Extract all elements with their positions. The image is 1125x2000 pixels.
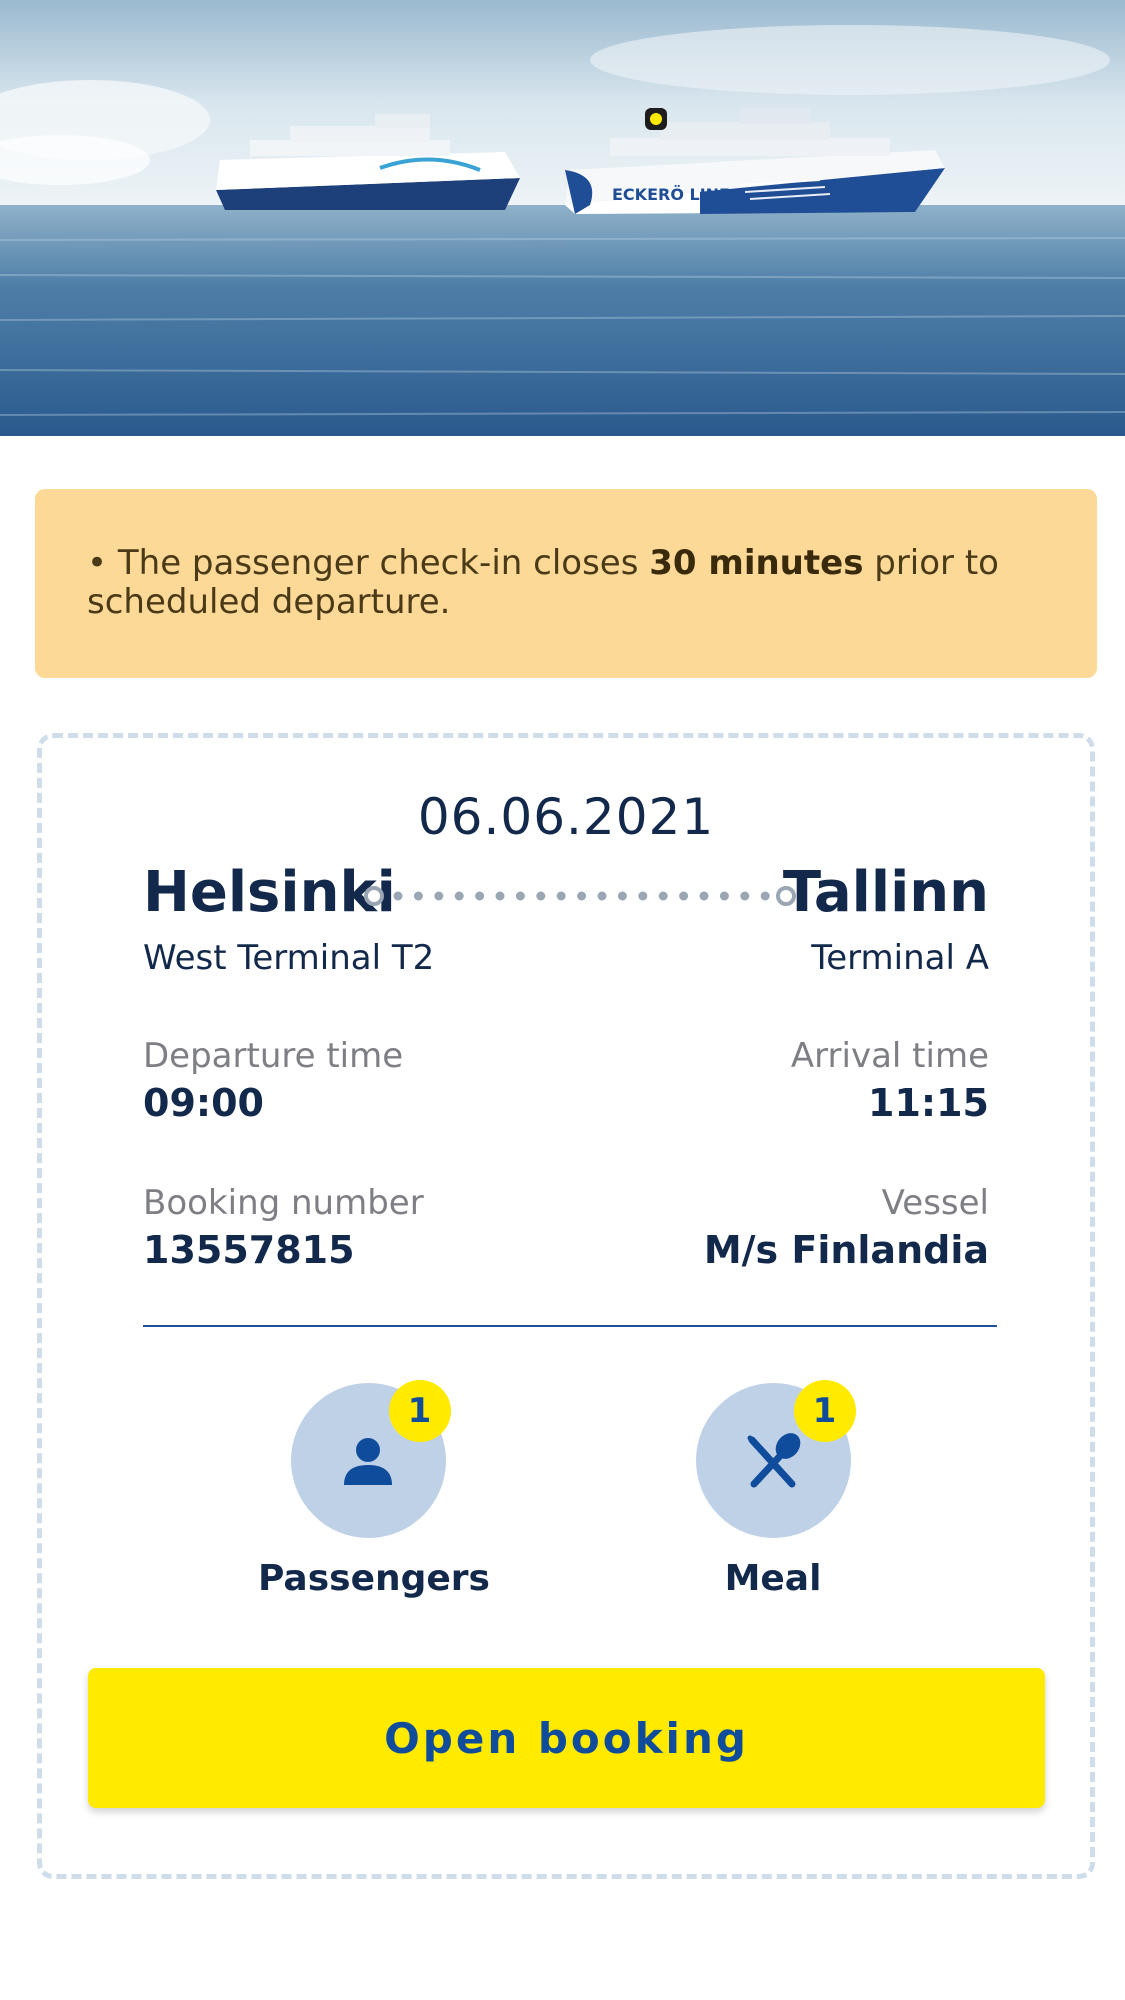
- meal-label: Meal: [724, 1558, 822, 1599]
- route-dot: [638, 891, 648, 901]
- notice-text-before: The passenger check-in closes: [117, 543, 639, 583]
- route-dot: [495, 891, 505, 901]
- route-dot: [597, 891, 607, 901]
- vessel-label: Vessel: [881, 1183, 989, 1223]
- route-dot: [577, 891, 587, 901]
- booking-number-label: Booking number: [143, 1183, 424, 1223]
- route-dot: [515, 891, 525, 901]
- route-dot: [475, 891, 485, 901]
- route-dot: [679, 891, 689, 901]
- route-dot: [454, 891, 464, 901]
- passengers-feature[interactable]: 1 Passengers: [258, 1380, 490, 1599]
- route-dot: [434, 891, 444, 901]
- hero-image: FINBO CARGO ECKERÖ LINE: [0, 0, 1125, 436]
- departure-terminal: West Terminal T2: [143, 938, 435, 978]
- meal-count-badge: 1: [793, 1380, 856, 1442]
- arrival-terminal: Terminal A: [811, 938, 989, 978]
- svg-text:ECKERÖ LINE: ECKERÖ LINE: [612, 185, 730, 204]
- route-dot: [658, 891, 668, 901]
- departure-time-value: 09:00: [143, 1081, 264, 1125]
- divider: [143, 1325, 997, 1327]
- meal-icon-circle[interactable]: 1: [695, 1380, 856, 1538]
- route-dot: [740, 891, 750, 901]
- checkin-notice: • The passenger check-in closes 30 minut…: [35, 489, 1097, 678]
- departure-city: Helsinki: [143, 860, 396, 925]
- passengers-count-badge: 1: [388, 1380, 451, 1442]
- notice-bullet: •: [87, 543, 108, 583]
- passengers-label: Passengers: [258, 1558, 490, 1599]
- booking-number-value: 13557815: [143, 1228, 355, 1272]
- route-dot: [719, 891, 729, 901]
- notice-highlight: 30 minutes: [649, 543, 864, 583]
- arrival-city: Tallinn: [782, 860, 989, 925]
- departure-time-label: Departure time: [143, 1036, 404, 1076]
- route-dot: [699, 891, 709, 901]
- booking-card: 06.06.2021 Helsinki Tallinn West Termina…: [37, 733, 1095, 1879]
- fork-spoon-icon: [747, 1432, 801, 1487]
- travel-date: 06.06.2021: [417, 788, 715, 846]
- route-dot: [393, 891, 403, 901]
- route-line: [364, 886, 796, 906]
- meal-feature[interactable]: 1 Meal: [663, 1380, 883, 1599]
- arrival-time-label: Arrival time: [790, 1036, 989, 1076]
- vessel-value: M/s Finlandia: [703, 1228, 989, 1272]
- arrival-time-value: 11:15: [868, 1081, 989, 1125]
- route-dot: [760, 891, 770, 901]
- open-booking-button[interactable]: Open booking: [88, 1668, 1045, 1808]
- person-icon: [344, 1437, 392, 1485]
- route-dot: [556, 891, 566, 901]
- route-dot: [413, 891, 423, 901]
- route-dot: [536, 891, 546, 901]
- route-dot: [617, 891, 627, 901]
- passengers-icon-circle[interactable]: 1: [290, 1380, 451, 1538]
- svg-text:FINBO CARGO: FINBO CARGO: [258, 191, 352, 205]
